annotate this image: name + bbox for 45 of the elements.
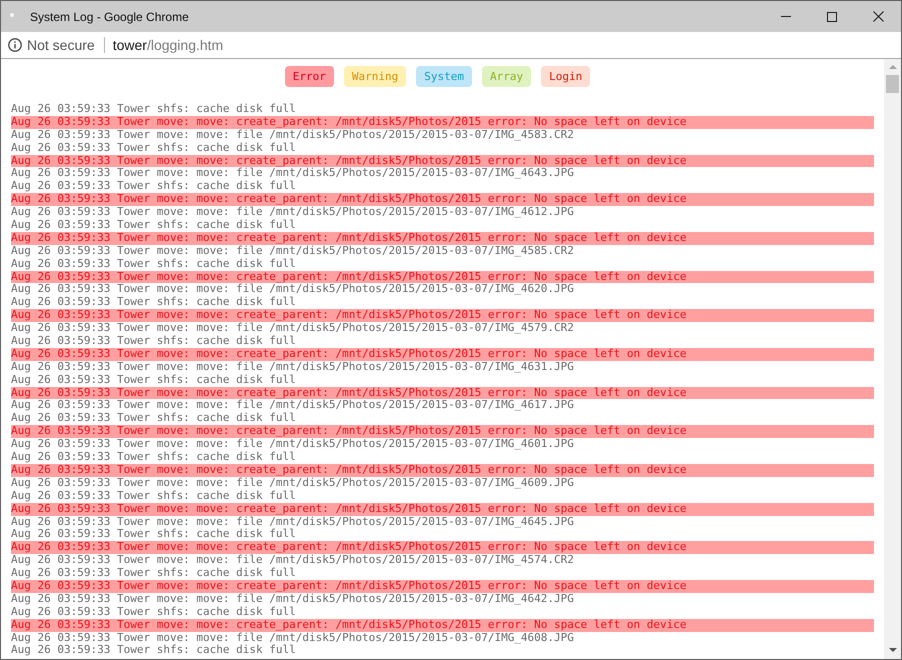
window-title: System Log - Google Chrome: [30, 10, 189, 24]
maximize-icon: [827, 12, 837, 22]
minimize-icon: [781, 16, 791, 17]
filter-button[interactable]: Error: [284, 66, 334, 87]
log-line: Aug 26 03:59:33 Tower shfs: cache disk full: [11, 258, 296, 271]
filter-button[interactable]: Warning: [344, 66, 406, 87]
log-line: Aug 26 03:59:33 Tower move: move: file /mnt/disk5/Photos/2015/2015-03-07/IMG_4574.CR2: [11, 554, 575, 568]
security-label[interactable]: Not secure: [27, 37, 95, 53]
log-line: Aug 26 03:59:33 Tower move: move: file /mnt/disk5/Photos/2015/2015-03-07/IMG_4579.CR2: [11, 322, 575, 336]
favicon-icon: [10, 12, 14, 16]
log-line: Aug 26 03:59:33 Tower move: move: file /mnt/disk5/Photos/2015/2015-03-07/IMG_4609.JPG: [11, 476, 575, 490]
close-icon: [872, 11, 884, 22]
log-line: Aug 26 03:59:33 Tower shfs: cache disk full: [11, 180, 297, 194]
log-line: Aug 26 03:59:33 Tower move: move: file /mnt/disk5/Photos/2015/2015-03-07/IMG_4612.JPG: [11, 206, 575, 220]
log-line: Aug 26 03:59:33 Tower shfs: cache disk full: [11, 412, 297, 426]
log-line: Aug 26 03:59:33 Tower shfs: cache disk full: [11, 490, 296, 503]
filter-button[interactable]: Array: [482, 66, 532, 87]
log-line: Aug 26 03:59:33 Tower shfs: cache disk full: [11, 374, 296, 387]
log-line: Aug 26 03:59:33 Tower shfs: cache disk full: [11, 567, 297, 580]
scrollbar-thumb[interactable]: [886, 75, 899, 93]
log-line: Aug 26 03:59:33 Tower shfs: cache disk full: [11, 528, 296, 542]
log-line: Aug 26 03:59:33 Tower shfs: cache disk full: [11, 103, 297, 116]
log-line: Aug 26 03:59:33 Tower move: move: file /mnt/disk5/Photos/2015/2015-03-07/IMG_4583.CR2: [11, 128, 575, 142]
filter-button[interactable]: Login: [541, 66, 590, 87]
url-field[interactable]: tower/logging.htm: [112, 37, 224, 53]
log-line: Aug 26 03:59:33 Tower move: move: file /mnt/disk5/Photos/2015/2015-03-07/IMG_4643.JPG: [11, 167, 574, 180]
log-line: Aug 26 03:59:33 Tower shfs: cache disk full: [11, 644, 296, 658]
log-line: Aug 26 03:59:33 Tower shfs: cache disk full: [11, 451, 297, 464]
log-line: Aug 26 03:59:33 Tower shfs: cache disk full: [11, 219, 297, 232]
info-icon[interactable]: [8, 38, 22, 52]
log-line: Aug 26 03:59:33 Tower shfs: cache disk full: [11, 606, 296, 619]
log-line: Aug 26 03:59:33 Tower move: move: file /mnt/disk5/Photos/2015/2015-03-07/IMG_4645.JPG: [11, 516, 575, 528]
scroll-down-icon[interactable]: [888, 648, 896, 652]
log-line: Aug 26 03:59:33 Tower move: move: file /mnt/disk5/Photos/2015/2015-03-07/IMG_4601.JPG: [11, 438, 575, 452]
log-line: Aug 26 03:59:33 Tower move: move: file /mnt/disk5/Photos/2015/2015-03-07/IMG_4631.JPG: [11, 360, 575, 374]
log-line: Aug 26 03:59:33 Tower move: move: file /mnt/disk5/Photos/2015/2015-03-07/IMG_4585.CR2: [11, 244, 575, 258]
scroll-up-icon[interactable]: [888, 65, 896, 69]
log-line: Aug 26 03:59:33 Tower shfs: cache disk full: [11, 296, 297, 310]
log-line: Aug 26 03:59:33 Tower shfs: cache disk full: [11, 142, 296, 155]
log-line: Aug 26 03:59:33 Tower move: move: file /mnt/disk5/Photos/2015/2015-03-07/IMG_4608.JPG: [11, 632, 575, 644]
filter-button[interactable]: System: [416, 66, 472, 87]
log-line: Aug 26 03:59:33 Tower shfs: cache disk full: [11, 335, 297, 348]
log-line: Aug 26 03:59:33 Tower move: move: file /mnt/disk5/Photos/2015/2015-03-07/IMG_4620.JPG: [11, 283, 574, 296]
log-line: Aug 26 03:59:33 Tower move: move: file /mnt/disk5/Photos/2015/2015-03-07/IMG_4642.JPG: [11, 592, 575, 606]
log-line: Aug 26 03:59:33 Tower move: move: file /mnt/disk5/Photos/2015/2015-03-07/IMG_4617.JPG: [11, 399, 574, 412]
